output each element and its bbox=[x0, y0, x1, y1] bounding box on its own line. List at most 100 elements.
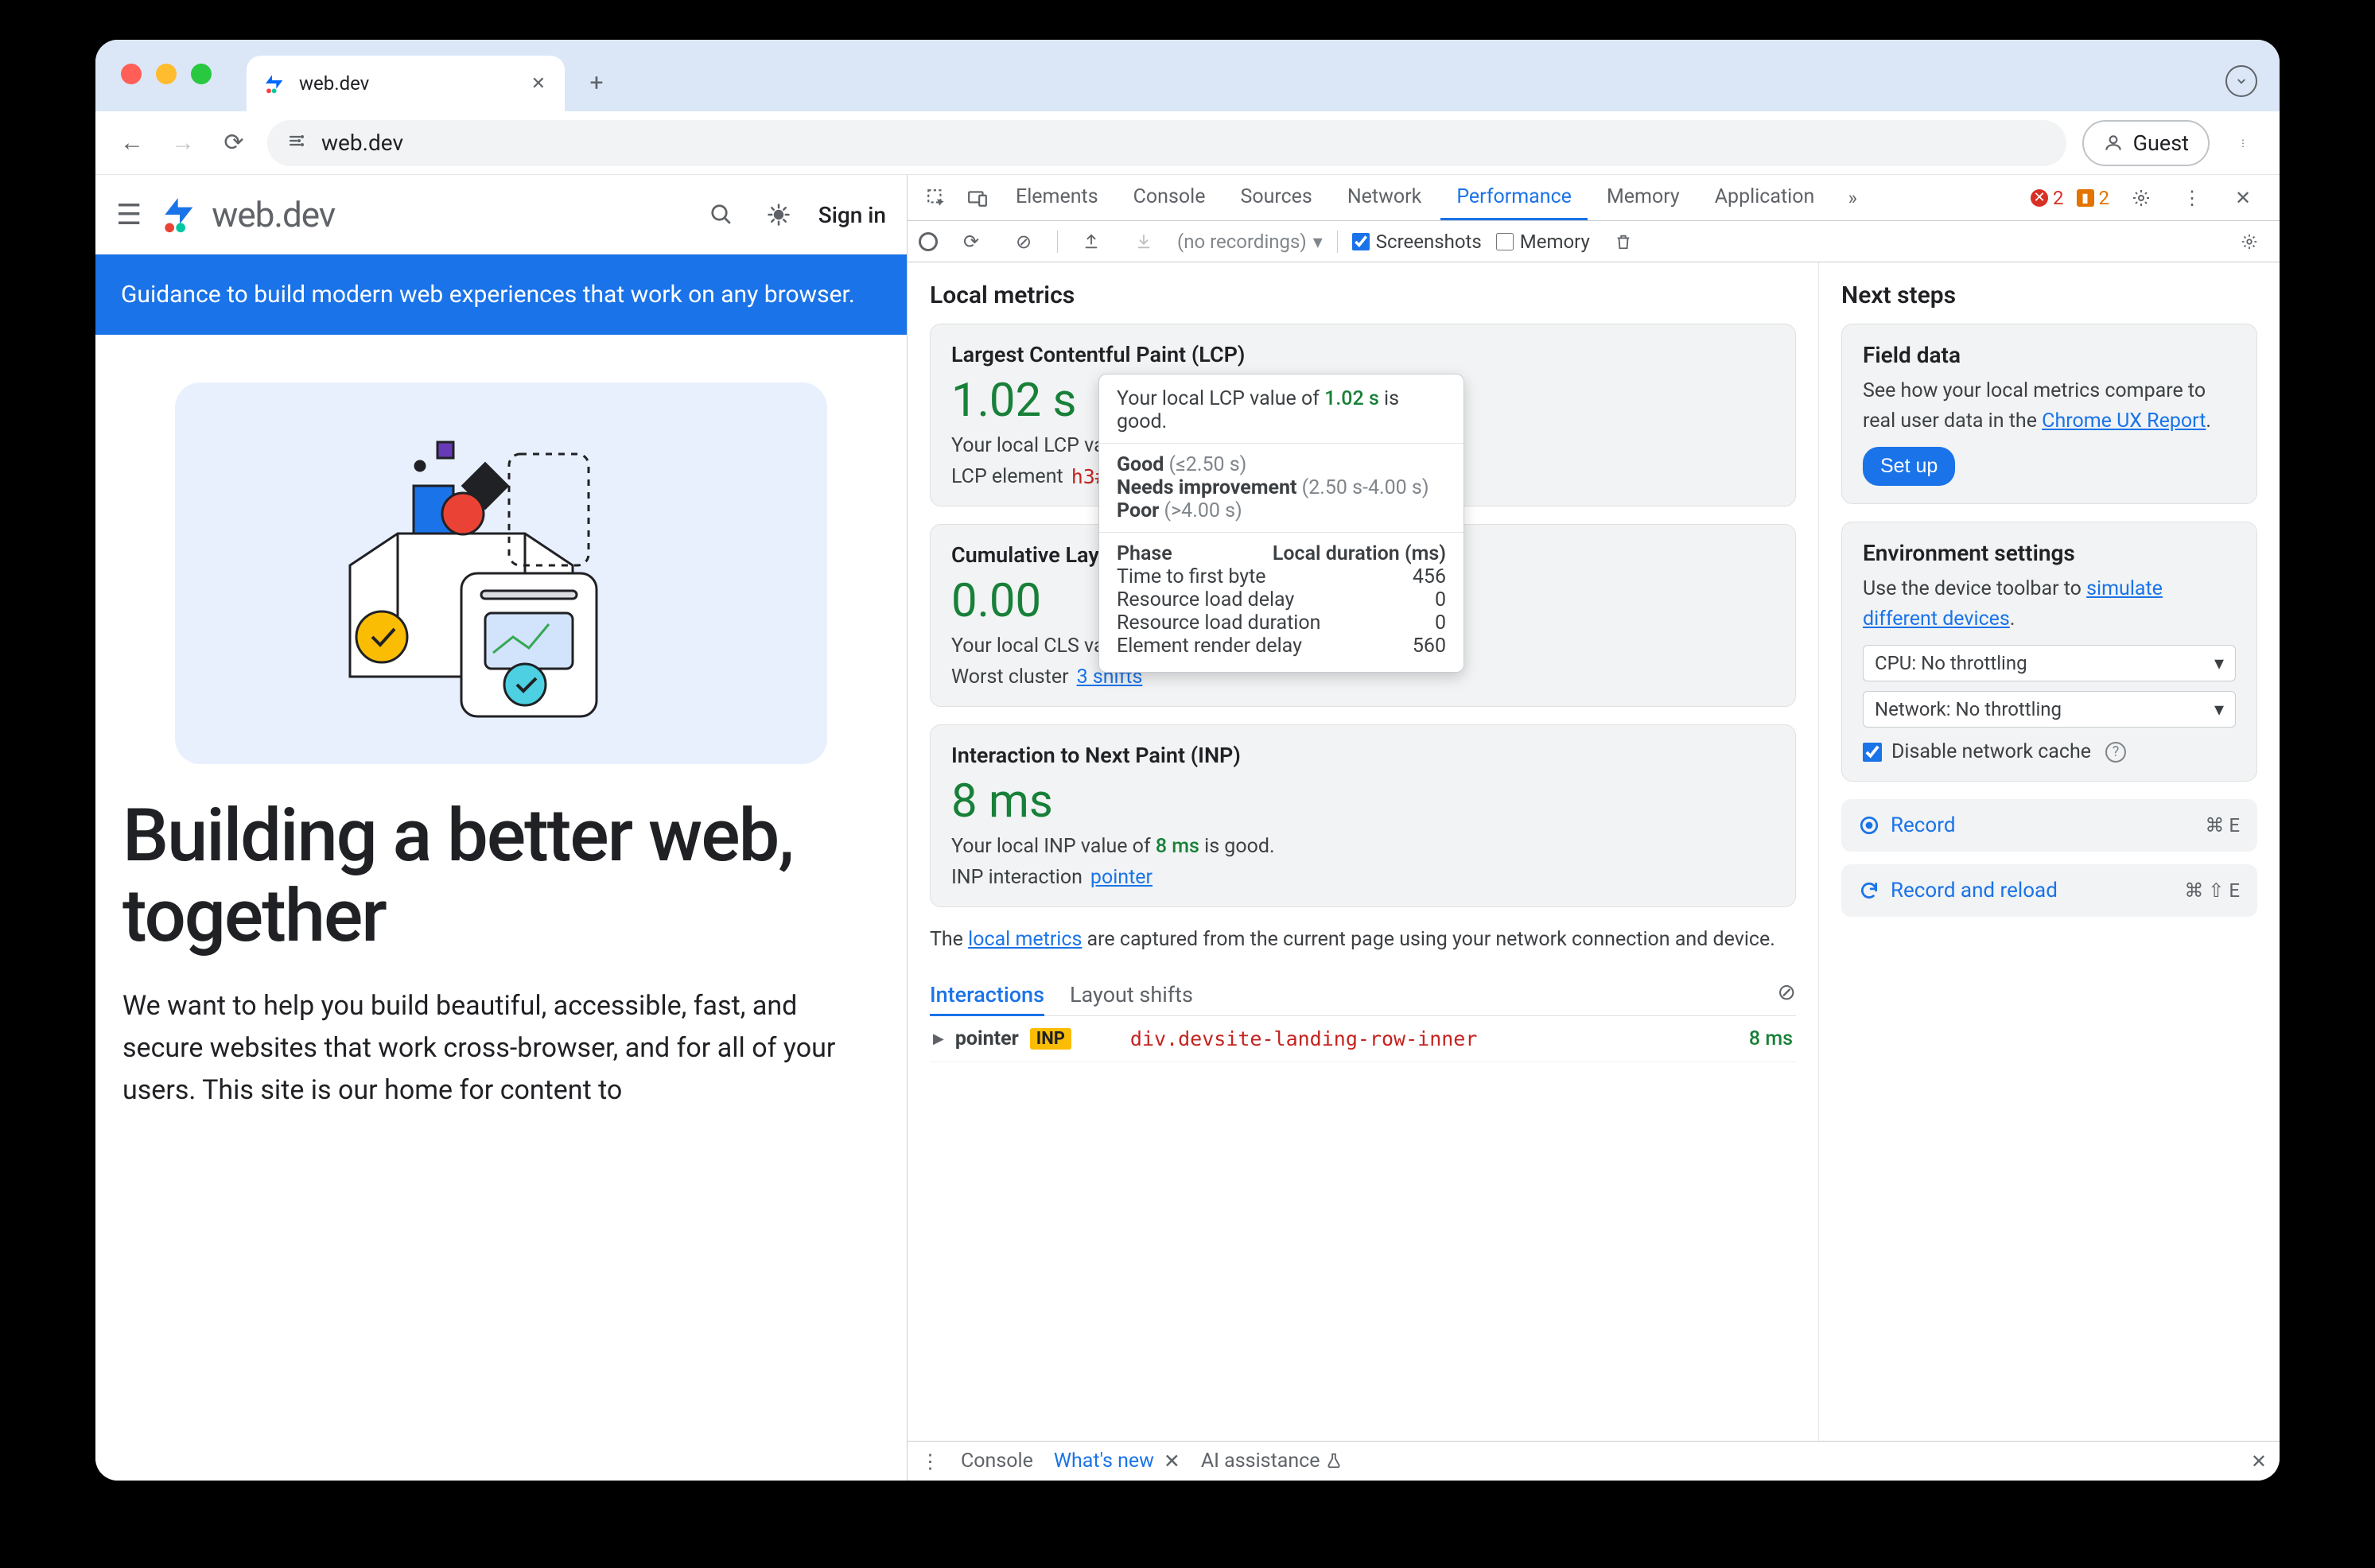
more-tabs-icon[interactable]: » bbox=[1833, 175, 1872, 220]
tab-layout-shifts[interactable]: Layout shifts bbox=[1070, 976, 1193, 1016]
forward-button[interactable]: → bbox=[165, 126, 200, 161]
browser-window: web.dev ✕ + ← → ⟳ <との> web.dev Guest ⋮ ☰ bbox=[95, 40, 2280, 1481]
back-button[interactable]: ← bbox=[115, 126, 150, 161]
expand-icon[interactable]: ▶ bbox=[933, 1030, 944, 1047]
drawer-tab-whats-new[interactable]: What's new bbox=[1054, 1450, 1154, 1473]
url-text: web.dev bbox=[321, 130, 403, 156]
browser-tab[interactable]: web.dev ✕ bbox=[247, 56, 565, 111]
close-drawer-icon[interactable]: ✕ bbox=[2251, 1450, 2267, 1473]
signin-link[interactable]: Sign in bbox=[818, 202, 886, 228]
reload-record-icon[interactable]: ⟳ bbox=[952, 231, 990, 253]
browser-menu-icon[interactable]: ⋮ bbox=[2225, 126, 2260, 161]
drawer-tab-console[interactable]: Console bbox=[961, 1450, 1033, 1473]
lcp-tooltip: Your local LCP value of 1.02 s is good. … bbox=[1098, 374, 1464, 673]
next-steps-pane: Next steps Field data See how your local… bbox=[1818, 262, 2280, 1441]
local-metrics-title: Local metrics bbox=[930, 281, 1796, 309]
minimize-window[interactable] bbox=[156, 64, 177, 84]
tab-memory[interactable]: Memory bbox=[1591, 175, 1696, 220]
recording-select[interactable]: (no recordings) ▾ bbox=[1177, 231, 1323, 253]
guest-label: Guest bbox=[2133, 130, 2189, 156]
fullscreen-window[interactable] bbox=[191, 64, 212, 84]
record-label: Record bbox=[1891, 813, 1955, 837]
tab-overflow-button[interactable] bbox=[2225, 65, 2257, 97]
inspect-icon[interactable] bbox=[917, 175, 955, 220]
drawer-close-whats-new-icon[interactable]: ✕ bbox=[1164, 1450, 1180, 1473]
disable-cache-checkbox[interactable]: Disable network cache ? bbox=[1863, 740, 2236, 763]
tab-network[interactable]: Network bbox=[1331, 175, 1437, 220]
brand-logo-icon bbox=[157, 192, 202, 237]
upload-icon[interactable] bbox=[1072, 233, 1110, 250]
inp-desc: Your local INP value of 8 ms is good. bbox=[951, 835, 1774, 858]
devtools-panel: Elements Console Sources Network Perform… bbox=[907, 175, 2280, 1481]
tab-interactions[interactable]: Interactions bbox=[930, 976, 1044, 1016]
cpu-select[interactable]: CPU: No throttling▾ bbox=[1863, 645, 2236, 681]
help-icon[interactable]: ? bbox=[2105, 742, 2126, 763]
devtools-menu-icon[interactable]: ⋮ bbox=[2173, 187, 2211, 209]
warning-badge[interactable]: ▮2 bbox=[2077, 187, 2110, 209]
tab-application[interactable]: Application bbox=[1699, 175, 1831, 220]
device-toolbar-icon[interactable] bbox=[958, 175, 997, 220]
lcp-title: Largest Contentful Paint (LCP) bbox=[951, 342, 1774, 367]
tab-sources[interactable]: Sources bbox=[1224, 175, 1327, 220]
env-settings-card: Environment settings Use the device tool… bbox=[1841, 522, 2257, 782]
page-title: Building a better web, together bbox=[122, 796, 880, 957]
inp-card: Interaction to Next Paint (INP) 8 ms You… bbox=[930, 724, 1796, 907]
profile-chip[interactable]: Guest bbox=[2082, 120, 2210, 166]
drawer-tab-ai[interactable]: AI assistance bbox=[1201, 1450, 1343, 1473]
theme-icon[interactable] bbox=[761, 197, 796, 232]
crux-link[interactable]: Chrome UX Report bbox=[2042, 409, 2206, 433]
brand[interactable]: web.dev bbox=[157, 192, 335, 237]
tab-console[interactable]: Console bbox=[1118, 175, 1222, 220]
tab-elements[interactable]: Elements bbox=[1000, 175, 1114, 220]
site-settings-icon[interactable]: <との> bbox=[288, 131, 307, 155]
cls-cluster-label: Worst cluster bbox=[951, 666, 1069, 689]
clear-icon[interactable]: ⊘ bbox=[1005, 231, 1043, 253]
screenshots-checkbox[interactable]: Screenshots bbox=[1352, 231, 1482, 253]
record-shortcut: ⌘ E bbox=[2205, 814, 2240, 836]
hero-section: Building a better web, together We want … bbox=[95, 796, 907, 1143]
interactions-tabs: Interactions Layout shifts ⊘ bbox=[930, 976, 1796, 1016]
record-icon[interactable] bbox=[919, 232, 938, 251]
error-badge[interactable]: ✕2 bbox=[2031, 187, 2064, 209]
record-action[interactable]: Record ⌘ E bbox=[1841, 799, 2257, 852]
tab-performance[interactable]: Performance bbox=[1440, 175, 1588, 220]
record-reload-action[interactable]: Record and reload ⌘ ⇧ E bbox=[1841, 864, 2257, 917]
lcp-element-label: LCP element bbox=[951, 465, 1063, 488]
search-icon[interactable] bbox=[704, 197, 739, 232]
settings-icon[interactable] bbox=[2122, 188, 2160, 208]
memory-checkbox[interactable]: Memory bbox=[1496, 231, 1590, 253]
brand-text: web.dev bbox=[212, 194, 335, 235]
devtools-drawer: ⋮ Console What's new ✕ AI assistance ✕ bbox=[908, 1441, 2280, 1481]
close-window[interactable] bbox=[121, 64, 142, 84]
interaction-row[interactable]: ▶ pointer INP div.devsite-landing-row-in… bbox=[930, 1016, 1796, 1062]
next-steps-title: Next steps bbox=[1841, 281, 2257, 309]
reload-button[interactable]: ⟳ bbox=[216, 126, 251, 161]
toolbar-settings-icon[interactable] bbox=[2230, 233, 2268, 250]
inp-value: 8 ms bbox=[951, 774, 1774, 829]
menu-icon[interactable]: ☰ bbox=[116, 198, 142, 231]
tab-title: web.dev bbox=[299, 72, 369, 95]
clear-interactions-icon[interactable]: ⊘ bbox=[1778, 979, 1796, 1005]
setup-button[interactable]: Set up bbox=[1863, 447, 1955, 486]
interaction-node[interactable]: div.devsite-landing-row-inner bbox=[1130, 1027, 1478, 1050]
new-tab-button[interactable]: + bbox=[573, 59, 620, 107]
omnibox[interactable]: <との> web.dev bbox=[267, 120, 2066, 166]
address-bar: ← → ⟳ <との> web.dev Guest ⋮ bbox=[95, 111, 2280, 175]
drawer-menu-icon[interactable]: ⋮ bbox=[920, 1450, 940, 1473]
page-viewport[interactable]: ☰ web.dev Sign in Guidance bbox=[95, 175, 907, 1481]
metrics-note-link[interactable]: local metrics bbox=[968, 928, 1082, 951]
gc-icon[interactable] bbox=[1604, 233, 1642, 250]
reload-label: Record and reload bbox=[1891, 879, 2058, 902]
close-devtools-icon[interactable]: ✕ bbox=[2224, 187, 2262, 209]
inp-interaction-label: INP interaction bbox=[951, 866, 1083, 889]
inp-title: Interaction to Next Paint (INP) bbox=[951, 743, 1774, 768]
download-icon[interactable] bbox=[1125, 233, 1163, 250]
network-select[interactable]: Network: No throttling▾ bbox=[1863, 691, 2236, 728]
site-header: ☰ web.dev Sign in bbox=[95, 175, 907, 254]
favicon bbox=[262, 71, 288, 96]
hero-illustration bbox=[175, 382, 827, 764]
inp-interaction-link[interactable]: pointer bbox=[1090, 866, 1153, 889]
close-tab-icon[interactable]: ✕ bbox=[531, 74, 546, 94]
inp-badge: INP bbox=[1030, 1028, 1071, 1050]
devtools-tabs: Elements Console Sources Network Perform… bbox=[908, 175, 2280, 221]
